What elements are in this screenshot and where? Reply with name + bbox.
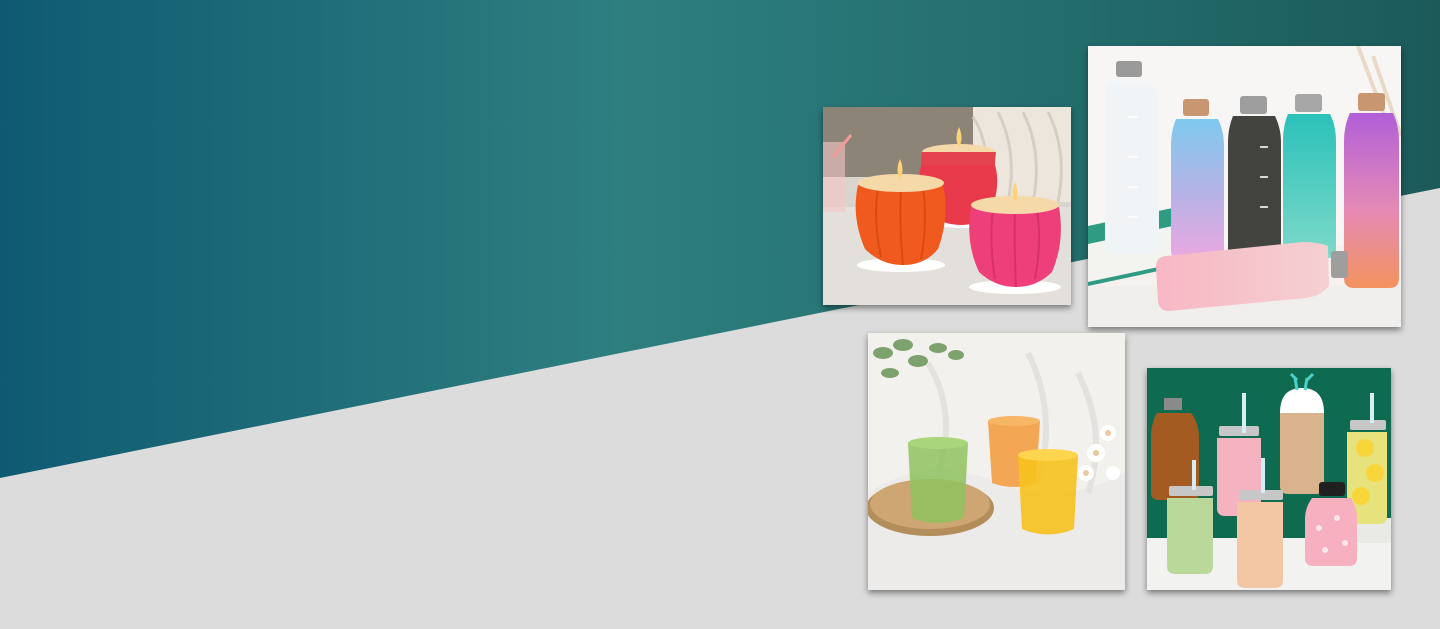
water-bottles-photo [1088, 46, 1401, 327]
colored-glasses-photo [868, 333, 1125, 590]
drink-jars-photo [1147, 368, 1391, 590]
candles-image [823, 107, 1071, 305]
hero-banner [0, 0, 1440, 629]
drink-jars-image [1147, 368, 1391, 590]
candles-photo [823, 107, 1071, 305]
colored-glasses-image [868, 333, 1125, 590]
water-bottles-image [1088, 46, 1401, 327]
